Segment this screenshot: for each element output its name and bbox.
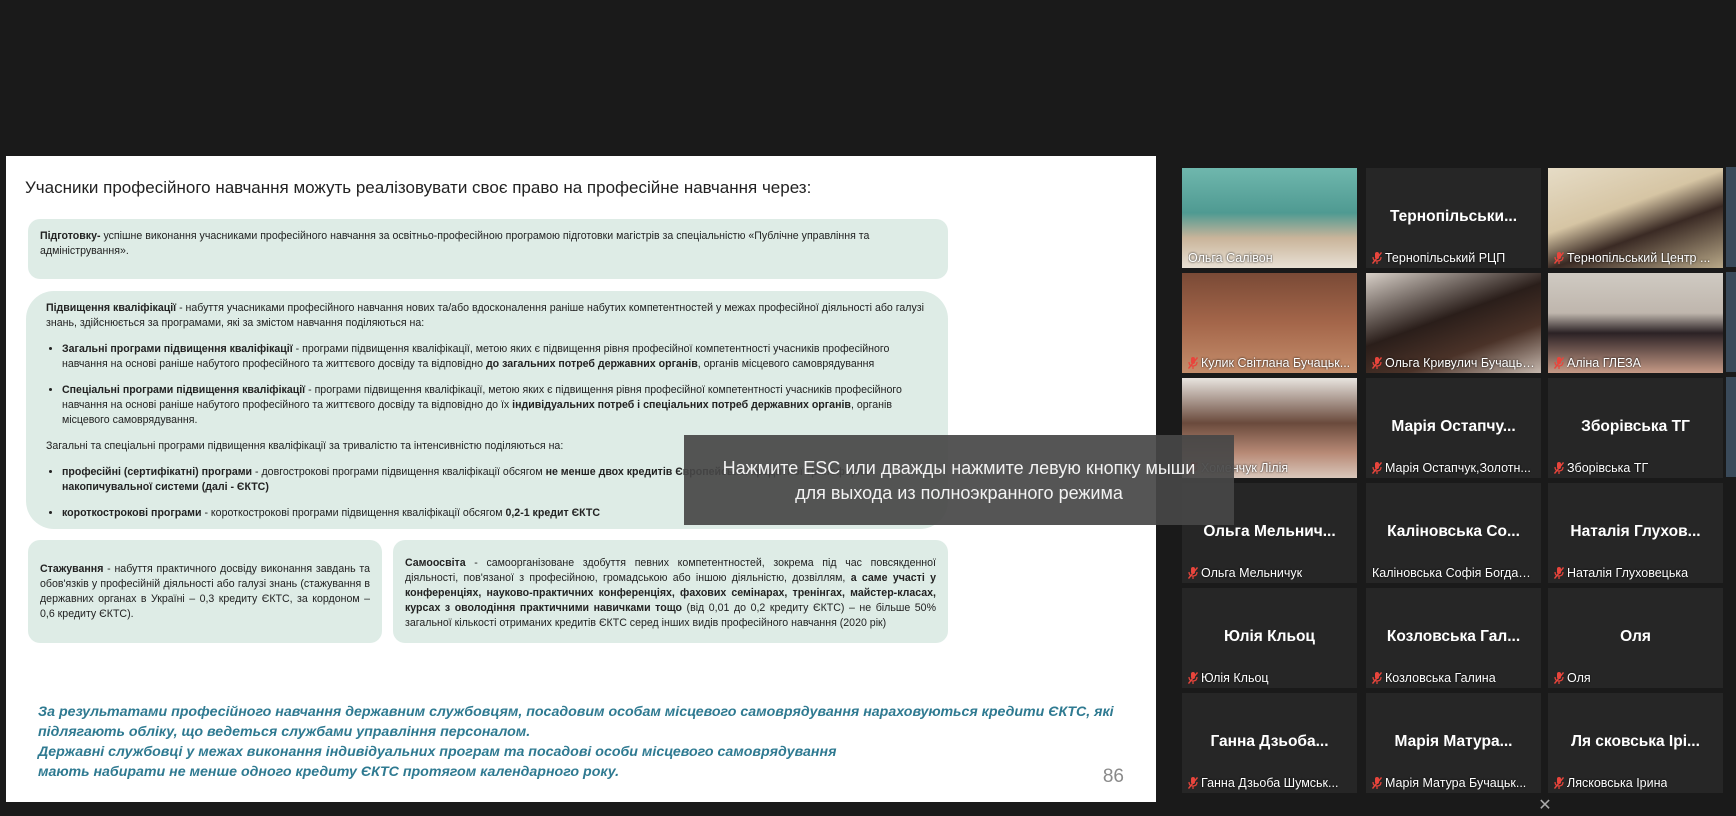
participant-tile[interactable]: Юлія Кльоц Юлія Кльоц [1182,588,1357,688]
box-training: Підготовку- успішне виконання учасниками… [28,219,948,279]
participant-name-label: Тернопільський Центр ... [1551,250,1713,266]
mic-muted-icon [1372,357,1382,369]
next-page-strip[interactable] [1726,377,1736,477]
participant-name-label: Наталія Глуховецька [1551,565,1691,581]
mic-muted-icon [1554,777,1564,789]
participant-tile[interactable]: Тернопільськи... Тернопільський РЦП [1366,168,1541,268]
participant-tile[interactable]: Аліна ГЛЕЗА [1548,273,1723,373]
fullscreen-meeting-window: Учасники професійного навчання можуть ре… [0,0,1736,816]
mic-muted-icon [1554,672,1564,684]
participant-tile[interactable]: Тернопільський Центр ... [1548,168,1723,268]
participant-display-name: Ольга Мельнич... [1203,523,1336,540]
participant-display-name: Оля [1620,628,1651,645]
close-icon[interactable]: ✕ [1533,795,1557,816]
participant-display-name: Юлія Кльоц [1224,628,1315,645]
participant-display-name: Марія Остапчу... [1391,418,1516,435]
participant-name-label: Марія Остапчук,Золотн... [1369,460,1534,476]
participant-tile[interactable]: Кулик Світлана Бучацьк... [1182,273,1357,373]
toast-line-2: для выхода из полноэкранного режима [795,483,1123,503]
box-qual-term: Підвищення кваліфікації [46,302,177,314]
mic-muted-icon [1554,462,1564,474]
slide-title: Учасники професійного навчання можуть ре… [25,178,812,197]
box-internship-term: Стажування [40,563,104,575]
mic-muted-icon [1372,252,1382,264]
participant-display-name: Козловська Гал... [1386,628,1521,645]
participant-name-label: Лясковська Ірина [1551,775,1670,791]
participant-tile[interactable]: Оля Оля [1548,588,1723,688]
participant-display-name: Тернопільськи... [1389,208,1517,225]
mic-muted-icon [1372,672,1382,684]
list-item: Спеціальні програми підвищення кваліфіка… [62,383,928,428]
mic-muted-icon [1188,672,1198,684]
box-training-term: Підготовку- [40,230,101,242]
participant-name-label: Ольга Мельничук [1185,565,1305,581]
participant-name-label: Кулик Світлана Бучацьк... [1185,355,1353,371]
participant-display-name: Каліновська Со... [1387,523,1520,540]
participant-tile[interactable]: Марія Матура... Марія Матура Бучацьк... [1366,693,1541,793]
participant-name-label: Ганна Дзьоба Шумськ... [1185,775,1341,791]
participant-name-label: Каліновська Софія Богдані... [1372,566,1536,580]
participant-tile[interactable]: Ля сковська Ірі... Лясковська Ірина [1548,693,1723,793]
closing-statement: За результатами професійного навчання де… [38,704,1114,780]
box-qual-intro: - набуття учасниками професійного навчан… [46,302,924,329]
participant-name-label: Оля [1551,670,1594,686]
participant-display-name: Ганна Дзьоба... [1210,733,1329,750]
mic-muted-icon [1554,567,1564,579]
box-self-term: Самоосвіта [405,557,466,569]
box-training-text: успішне виконання учасниками професійног… [40,230,870,257]
participant-tile[interactable]: Наталія Глухов... Наталія Глуховецька [1548,483,1723,583]
mic-muted-icon [1188,777,1198,789]
participant-name-label: Ольга Кривулич Бучацьк... [1369,355,1539,371]
participant-name-label: Козловська Галина [1369,670,1499,686]
participant-display-name: Наталія Глухов... [1570,523,1701,540]
box-internship: Стажування - набуття практичного досвіду… [28,540,382,643]
list-item: Загальні програми підвищення кваліфікаці… [62,342,928,372]
toast-line-1: Нажмите ESC или дважды нажмите левую кно… [722,458,1196,478]
participant-tile[interactable]: Ольга Кривулич Бучацьк... [1366,273,1541,373]
participant-tile[interactable]: Ганна Дзьоба... Ганна Дзьоба Шумськ... [1182,693,1357,793]
participant-tile[interactable]: Козловська Гал... Козловська Галина [1366,588,1541,688]
participant-name-label: Тернопільський РЦП [1369,250,1508,266]
participant-display-name: Ля сковська Ірі... [1571,733,1700,750]
mic-muted-icon [1372,777,1382,789]
mic-muted-icon [1188,567,1198,579]
box-self-education: Самоосвіта - самоорганізоване здобуття п… [393,540,948,643]
mic-muted-icon [1554,252,1564,264]
participant-tile[interactable]: Зборівська ТГ Зборівська ТГ [1548,378,1723,478]
participant-tile[interactable]: Каліновська Со... Каліновська Софія Богда… [1366,483,1541,583]
participant-name-label: Марія Матура Бучацьк... [1369,775,1529,791]
fullscreen-exit-toast: Нажмите ESC или дважды нажмите левую кно… [684,435,1234,525]
next-page-strip[interactable] [1726,167,1736,267]
participant-tile[interactable]: Марія Остапчу... Марія Остапчук,Золотн... [1366,378,1541,478]
participant-name-label: Ольга Салівон [1188,251,1273,265]
mic-muted-icon [1372,462,1382,474]
participant-name-label: Аліна ГЛЕЗА [1551,355,1644,371]
participant-display-name: Зборівська ТГ [1581,418,1690,435]
slide-page-number: 86 [1102,766,1124,787]
mic-muted-icon [1188,357,1198,369]
participant-name-label: Зборівська ТГ [1551,460,1651,476]
participant-name-label: Юлія Кльоц [1185,670,1272,686]
mic-muted-icon [1554,357,1564,369]
next-page-strip[interactable] [1726,272,1736,372]
participant-display-name: Марія Матура... [1394,733,1513,750]
participant-tile[interactable]: Ольга Салівон [1182,168,1357,268]
